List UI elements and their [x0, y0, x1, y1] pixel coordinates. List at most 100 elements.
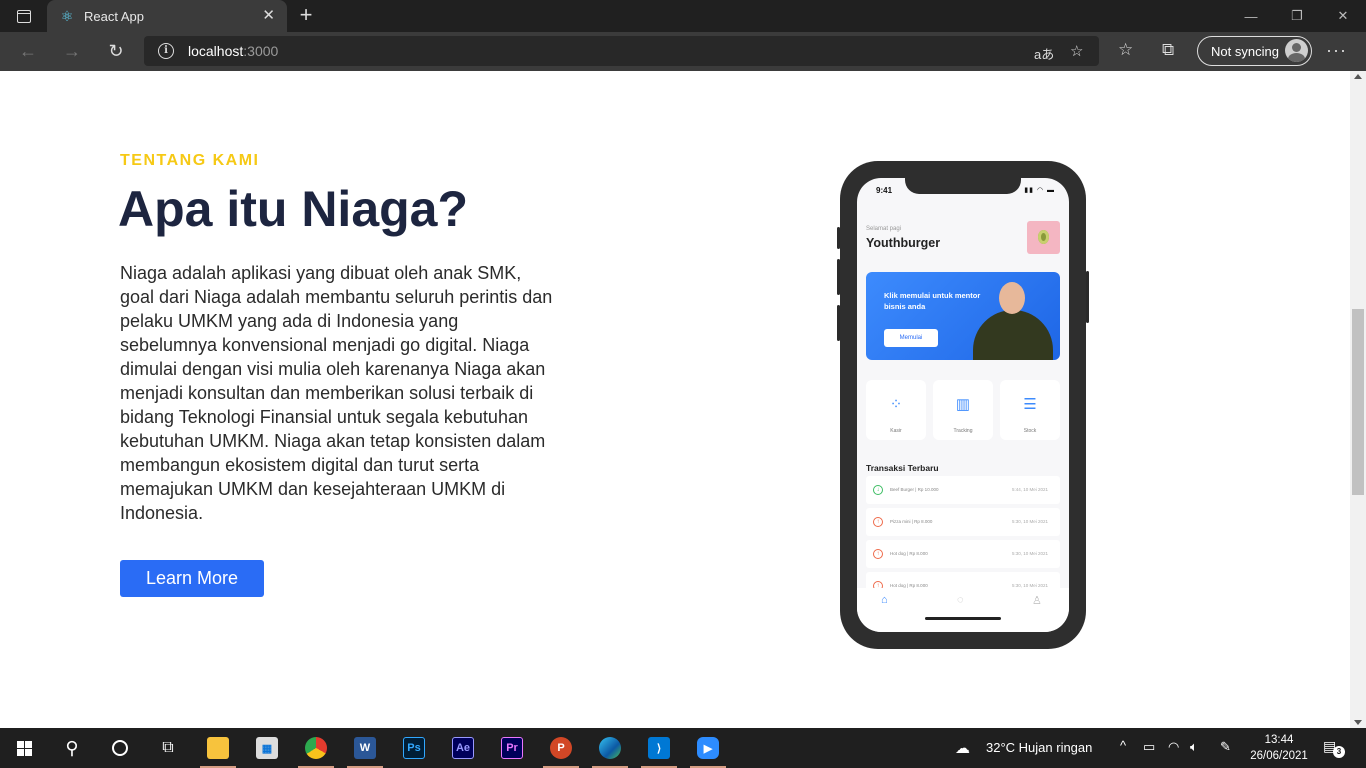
transaction-name: Pizza mini | Rp 8.000: [890, 519, 933, 524]
page-scrollbar[interactable]: [1350, 71, 1366, 728]
taskbar-photoshop[interactable]: Ps: [390, 728, 438, 768]
arrow-up-icon: ↑: [873, 517, 883, 527]
close-window-button[interactable]: ✕: [1320, 0, 1366, 32]
url-text[interactable]: localhost:3000: [188, 43, 278, 59]
taskbar-powerpoint[interactable]: P: [537, 728, 585, 768]
task-view-button[interactable]: ⧉: [144, 728, 192, 768]
volume-icon[interactable]: 🔈︎: [1190, 739, 1198, 755]
transaction-row: ↓ Beef Burger | Rp 10.000 5:44, 10 Mei 2…: [866, 476, 1060, 504]
transaction-date: 5:30, 10 Mei 2021: [1011, 519, 1048, 524]
address-bar[interactable]: i localhost:3000 aあ ☆: [144, 36, 1099, 66]
taskbar-file-explorer[interactable]: [194, 728, 242, 768]
menu-card-kasir: ⁘ Kasir: [866, 380, 926, 440]
sync-label: Not syncing: [1211, 43, 1279, 59]
show-hidden-icons-icon[interactable]: ^: [1120, 738, 1126, 753]
collections-icon[interactable]: ⧉: [1162, 40, 1174, 60]
task-view-icon: ⧉: [162, 739, 174, 756]
clock-time: 13:44: [1264, 734, 1294, 746]
section-eyebrow: TENTANG KAMI: [120, 152, 260, 169]
pen-icon[interactable]: ✎: [1220, 739, 1231, 755]
learn-more-button[interactable]: Learn More: [120, 560, 264, 597]
transactions-title: Transaksi Terbaru: [866, 463, 939, 473]
tab-react-app[interactable]: ⚛ React App ✕: [47, 0, 287, 32]
taskbar-zoom[interactable]: ▶: [684, 728, 732, 768]
after-effects-icon: Ae: [452, 737, 474, 759]
windows-logo-icon: [16, 740, 32, 756]
transaction-row: ↑ Hot dog | Rp 8.000 5:30, 10 Mei 2021: [866, 540, 1060, 568]
search-button[interactable]: ⚲: [48, 728, 96, 768]
cortana-icon: [112, 740, 128, 756]
restore-button[interactable]: ❐: [1274, 0, 1320, 32]
about-paragraph: Niaga adalah aplikasi yang dibuat oleh a…: [120, 263, 553, 523]
refresh-icon: ↻: [108, 40, 124, 61]
premiere-icon: Pr: [501, 737, 523, 759]
weather-text[interactable]: 32°C Hujan ringan: [986, 740, 1092, 755]
store-icon: ▦: [256, 737, 278, 759]
react-favicon-icon: ⚛: [60, 7, 74, 24]
list-icon: ☰: [1023, 396, 1037, 413]
mentor-photo-head: [999, 282, 1025, 314]
page-content: TENTANG KAMI Apa itu Niaga? Niaga adalah…: [0, 71, 1350, 728]
tab-actions-button[interactable]: [8, 4, 40, 28]
minimize-button[interactable]: —: [1228, 0, 1274, 32]
favorites-icon[interactable]: ☆: [1118, 40, 1133, 60]
taskbar-word[interactable]: W: [341, 728, 389, 768]
windows-taskbar: ⚲ ⧉ ▦ W Ps Ae Pr P ⟩ ▶ ☁ 32°C Hujan ring…: [0, 728, 1366, 768]
url-host: localhost: [188, 43, 244, 59]
tab-title: React App: [84, 8, 144, 24]
new-tab-button[interactable]: +: [295, 4, 317, 26]
search-icon: ⚲: [65, 737, 79, 758]
chart-icon: ▥: [955, 396, 971, 413]
more-options-icon[interactable]: ···: [1326, 40, 1347, 61]
wifi-icon[interactable]: ◠: [1168, 739, 1179, 755]
phone-button: [837, 259, 840, 295]
promo-button: Memulai: [884, 329, 938, 347]
phone-time: 9:41: [876, 186, 893, 195]
phone-mockup: 9:41 ▮▮ ◠ ▬ Selamat pagi Youthburger Kli…: [837, 161, 1089, 649]
battery-icon[interactable]: ▭: [1143, 739, 1155, 755]
info-icon[interactable]: i: [158, 43, 174, 59]
system-clock[interactable]: 13:44 26/06/2021: [1244, 732, 1314, 764]
promo-text: Klik memulai untuk mentor bisnis anda: [884, 291, 981, 311]
forward-button[interactable]: →: [57, 37, 87, 65]
store-avatar: [1027, 221, 1060, 254]
start-button[interactable]: [0, 728, 48, 768]
arrow-right-icon: →: [63, 40, 81, 61]
url-port: :3000: [243, 43, 279, 59]
back-button[interactable]: ←: [13, 37, 43, 65]
chrome-icon: [305, 737, 327, 759]
phone-bottom-nav: ⌂ ◌ ♙: [857, 588, 1069, 632]
phone-button: [837, 305, 840, 341]
cortana-button[interactable]: [96, 728, 144, 768]
arrow-left-icon: ←: [19, 40, 37, 61]
clock-date: 26/06/2021: [1250, 750, 1308, 762]
scroll-up-icon[interactable]: [1354, 74, 1362, 79]
read-aloud-icon[interactable]: aあ: [1034, 44, 1054, 63]
navigation-bar: ← → ↻ i localhost:3000 aあ ☆ ☆ ⧉ Not sync…: [0, 32, 1366, 71]
phone-notch: [905, 178, 1021, 194]
transaction-date: 5:30, 10 Mei 2021: [1011, 551, 1048, 556]
menu-card-stock: ☰ Stock: [1000, 380, 1060, 440]
taskbar-premiere[interactable]: Pr: [488, 728, 536, 768]
weather-icon: ☁: [955, 740, 970, 757]
taskbar-after-effects[interactable]: Ae: [439, 728, 487, 768]
chat-icon: ◌: [957, 594, 964, 606]
taskbar-microsoft-store[interactable]: ▦: [243, 728, 291, 768]
tab-close-icon[interactable]: ✕: [262, 8, 275, 24]
taskbar-edge[interactable]: [586, 728, 634, 768]
powerpoint-icon: P: [550, 737, 572, 759]
edge-icon: [599, 737, 621, 759]
phone-button: [837, 227, 840, 249]
menu-label: Stock: [1023, 428, 1037, 434]
sync-button[interactable]: Not syncing: [1197, 36, 1312, 66]
scroll-down-icon[interactable]: [1354, 720, 1362, 725]
scrollbar-thumb[interactable]: [1352, 309, 1364, 495]
menu-card-tracking: ▥ Tracking: [933, 380, 993, 440]
taskbar-vscode[interactable]: ⟩: [635, 728, 683, 768]
add-favorite-icon[interactable]: ☆: [1070, 42, 1083, 60]
refresh-button[interactable]: ↻: [101, 37, 131, 65]
taskbar-chrome[interactable]: [292, 728, 340, 768]
word-icon: W: [354, 737, 376, 759]
profile-icon: ♙: [1032, 595, 1042, 607]
notification-center-button[interactable]: ▤ 3: [1323, 738, 1345, 758]
